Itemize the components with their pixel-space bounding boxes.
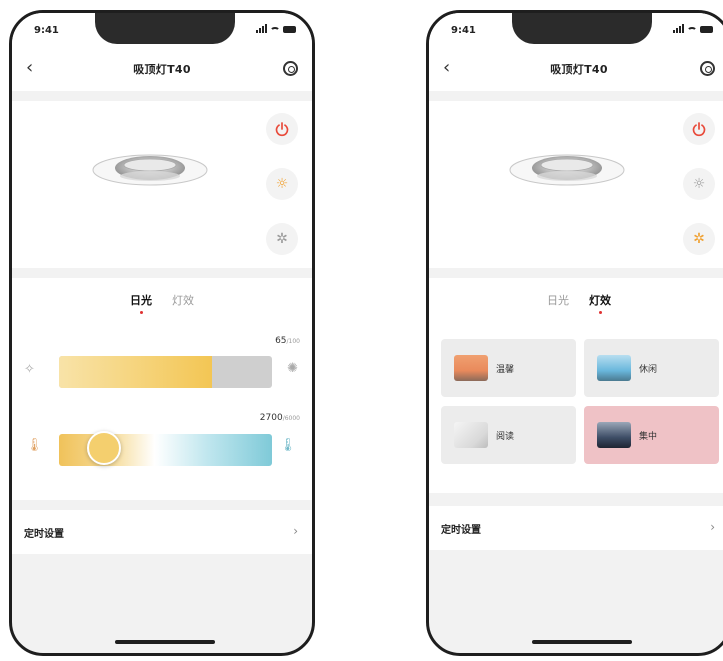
effect-label: 休闲 <box>639 364 658 375</box>
effect-tile-cozy[interactable]: 温馨 <box>441 339 576 397</box>
timer-settings-row[interactable]: 定时设置 › <box>429 506 723 550</box>
sparkle-icon: ✲ <box>276 231 288 247</box>
tab-effects[interactable]: 灯效 <box>589 292 611 314</box>
back-button[interactable]: ‹ <box>443 59 450 77</box>
color-temp-knob[interactable] <box>86 431 121 465</box>
notch <box>512 13 652 44</box>
timer-settings-row[interactable]: 定时设置 › <box>12 510 312 554</box>
settings-icon[interactable] <box>700 61 715 76</box>
color-temp-value: 2700 <box>259 413 283 423</box>
effect-mode-button[interactable]: ✲ <box>266 223 298 255</box>
chevron-right-icon: › <box>710 520 715 534</box>
daylight-mode-button[interactable]: ☼ <box>683 168 715 200</box>
tab-daylight[interactable]: 日光 <box>130 292 152 314</box>
effect-thumb-cozy <box>454 355 488 381</box>
color-temp-max: /6000 <box>282 415 300 422</box>
warm-temp-icon: 🌡 <box>26 438 43 453</box>
power-button[interactable] <box>266 113 298 145</box>
color-temp-readout: 2700/6000 <box>260 413 300 423</box>
effect-tile-focus[interactable]: 集中 <box>584 406 719 464</box>
wifi-icon <box>687 27 697 35</box>
status-time: 9:41 <box>34 25 59 36</box>
mode-tabs: 日光 灯效 <box>12 278 312 322</box>
effect-label: 集中 <box>639 431 658 442</box>
effect-mode-button[interactable]: ✲ <box>683 223 715 255</box>
device-hero: ☼ ✲ <box>12 101 312 268</box>
device-hero: ☼ ✲ <box>429 101 723 268</box>
brightness-max: /100 <box>286 338 300 345</box>
tab-daylight[interactable]: 日光 <box>547 292 569 308</box>
cool-temp-icon: 🌡 <box>279 438 296 453</box>
low-brightness-icon: ✧ <box>24 362 35 377</box>
notch <box>95 13 235 44</box>
ceiling-lamp-image <box>92 154 208 186</box>
sun-icon: ☼ <box>275 176 289 192</box>
effect-thumb-leisure <box>597 355 631 381</box>
sparkle-icon: ✲ <box>693 231 705 247</box>
signal-icon <box>673 24 684 33</box>
brightness-slider[interactable] <box>59 356 272 388</box>
system-icons <box>256 24 296 33</box>
daylight-mode-button[interactable]: ☼ <box>266 168 298 200</box>
power-icon <box>275 122 289 137</box>
signal-icon <box>256 24 267 33</box>
status-time: 9:41 <box>451 25 476 36</box>
brightness-fill <box>59 356 213 388</box>
battery-icon <box>700 26 713 33</box>
effect-thumb-reading <box>454 422 488 448</box>
tab-effects[interactable]: 灯效 <box>172 292 194 308</box>
daylight-panel: 日光 灯效 65/100 ✧ ✺ 2700/6000 🌡 🌡 <box>12 278 312 500</box>
home-indicator <box>115 640 215 644</box>
page-title: 吸顶灯T40 <box>133 63 191 76</box>
timer-settings-label: 定时设置 <box>441 524 481 536</box>
settings-icon[interactable] <box>283 61 298 76</box>
back-button[interactable]: ‹ <box>26 59 33 77</box>
nav-bar: ‹ 吸顶灯T40 <box>12 47 312 91</box>
brightness-readout: 65/100 <box>275 336 300 346</box>
wifi-icon <box>270 27 280 35</box>
ceiling-lamp-image <box>509 154 625 186</box>
timer-settings-label: 定时设置 <box>24 528 64 540</box>
page-title: 吸顶灯T40 <box>550 63 608 76</box>
effect-tile-reading[interactable]: 阅读 <box>441 406 576 464</box>
system-icons <box>673 24 713 33</box>
effect-label: 温馨 <box>496 364 515 375</box>
effect-label: 阅读 <box>496 431 515 442</box>
home-indicator <box>532 640 632 644</box>
effect-thumb-focus <box>597 422 631 448</box>
nav-bar: ‹ 吸顶灯T40 <box>429 47 723 91</box>
canvas: 9:41 ‹ 吸顶灯T40 ☼ ✲ 日光 灯效 65/100 ✧ ✺ 2700/… <box>0 0 723 661</box>
brightness-value: 65 <box>275 336 287 346</box>
phone-daylight-screen: 9:41 ‹ 吸顶灯T40 ☼ ✲ 日光 灯效 65/100 ✧ ✺ 2700/… <box>9 10 315 656</box>
phone-effects-screen: 9:41 ‹ 吸顶灯T40 ☼ ✲ 日光 灯效 温馨 休闲 阅读 集中 定时设置… <box>426 10 723 656</box>
mode-tabs: 日光 灯效 <box>429 278 723 322</box>
sun-icon: ☼ <box>692 176 706 192</box>
chevron-right-icon: › <box>293 524 298 538</box>
effect-tile-leisure[interactable]: 休闲 <box>584 339 719 397</box>
effects-grid: 温馨 休闲 阅读 集中 <box>429 322 723 493</box>
power-button[interactable] <box>683 113 715 145</box>
effects-panel: 日光 灯效 温馨 休闲 阅读 集中 <box>429 278 723 493</box>
power-icon <box>692 122 706 137</box>
battery-icon <box>283 26 296 33</box>
high-brightness-icon: ✺ <box>287 361 298 376</box>
